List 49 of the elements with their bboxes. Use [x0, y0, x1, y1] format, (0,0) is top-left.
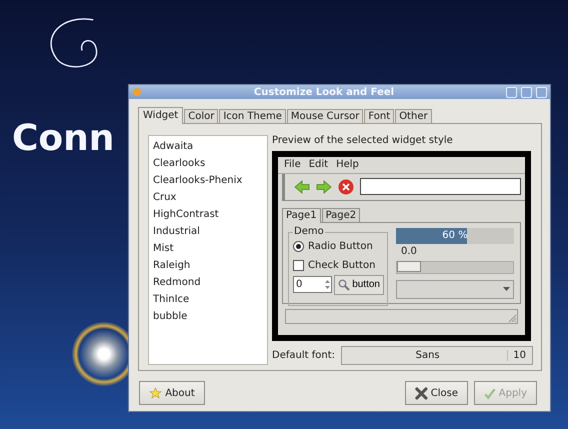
star-icon [149, 386, 162, 400]
combo-box[interactable] [396, 280, 514, 299]
theme-list-item[interactable]: Industrial [149, 223, 267, 240]
theme-list-item[interactable]: ThinIce [149, 291, 267, 308]
theme-list-item[interactable]: Raleigh [149, 257, 267, 274]
frame-label: Demo [293, 226, 325, 237]
back-arrow-icon[interactable] [294, 180, 310, 194]
theme-list-item[interactable]: Clearlooks-Phenix [149, 172, 267, 189]
theme-list-item[interactable]: Redmond [149, 274, 267, 291]
theme-list-item[interactable]: Crux [149, 189, 267, 206]
scale-reading: 0.0 [400, 246, 418, 259]
x-icon [415, 386, 428, 400]
checkbox-label: Check Button [308, 260, 376, 272]
page-tab[interactable]: Page2 [322, 208, 360, 222]
default-font-label: Default font: [272, 350, 335, 361]
search-button[interactable]: button [334, 274, 384, 295]
page-tab[interactable]: Page1 [282, 208, 321, 223]
url-field[interactable] [360, 178, 521, 196]
tab[interactable]: Icon Theme [219, 109, 286, 123]
forward-arrow-icon[interactable] [316, 180, 332, 194]
spin-field[interactable]: 0 [293, 276, 332, 294]
theme-list-item[interactable]: Mist [149, 240, 267, 257]
resize-grip-icon[interactable] [507, 312, 517, 323]
stop-icon[interactable] [338, 178, 354, 195]
close-button[interactable]: Close [405, 381, 468, 405]
tab[interactable]: Font [364, 109, 394, 123]
slider-thumb[interactable] [397, 260, 421, 272]
tab[interactable]: Color [184, 109, 218, 123]
theme-list-item[interactable]: Clearlooks [149, 155, 267, 172]
theme-list-item[interactable]: bubble [149, 308, 267, 325]
about-button[interactable]: About [139, 381, 205, 405]
radio-button[interactable] [293, 241, 304, 252]
checkbox[interactable] [293, 260, 304, 272]
menu-item[interactable]: Help [336, 159, 359, 170]
caret-icon [503, 286, 510, 292]
window-title: Customize Look and Feel [252, 86, 396, 98]
magnifier-icon [338, 278, 350, 291]
checkmark-icon [484, 386, 496, 400]
menu-item[interactable]: File [284, 159, 301, 170]
tab[interactable]: Other [395, 109, 432, 123]
theme-list-item[interactable]: HighContrast [149, 206, 267, 223]
tab[interactable]: Mouse Cursor [286, 109, 364, 123]
tab[interactable]: Widget [138, 107, 184, 124]
preview-label: Preview of the selected widget style [272, 135, 454, 148]
menu-item[interactable]: Edit [308, 159, 328, 170]
radio-label: Radio Button [308, 241, 373, 252]
font-button[interactable]: Sans 10 [340, 346, 533, 365]
theme-list-item[interactable]: Adwaita [149, 138, 267, 155]
logo-text: Conn [12, 118, 114, 159]
